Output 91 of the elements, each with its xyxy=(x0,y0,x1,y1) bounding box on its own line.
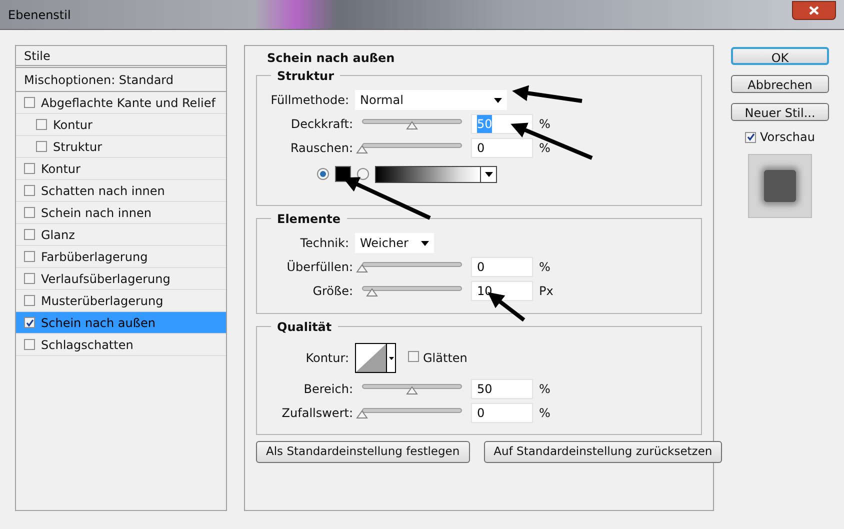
checkbox[interactable] xyxy=(24,251,35,262)
slider-label: Überfüllen: xyxy=(286,259,354,276)
style-item[interactable]: Farbüberlagerung xyxy=(16,246,226,268)
style-item[interactable]: Struktur xyxy=(16,136,226,158)
preview-label: Vorschau xyxy=(760,129,815,146)
unit-label: % xyxy=(539,381,550,398)
caret-icon xyxy=(494,98,502,102)
style-item[interactable]: Schatten nach innen xyxy=(16,180,226,202)
style-item[interactable]: Kontur xyxy=(16,114,226,136)
checkbox[interactable] xyxy=(24,207,35,218)
field-label: Füllmethode: xyxy=(270,92,350,109)
unit-label: % xyxy=(539,405,550,422)
checkbox[interactable] xyxy=(24,317,35,328)
gradient-picker[interactable] xyxy=(375,166,497,182)
slider-label: Bereich: xyxy=(302,381,354,398)
style-label: Schein nach innen xyxy=(41,204,152,222)
dialog-button[interactable]: OK xyxy=(731,47,829,65)
checkbox[interactable] xyxy=(36,119,47,130)
style-label: Musterüberlagerung xyxy=(41,292,164,310)
style-label: Kontur xyxy=(41,160,80,178)
field-label: Kontur: xyxy=(304,350,350,367)
value-field[interactable]: 0 xyxy=(471,257,533,277)
contour-curve-icon xyxy=(356,344,386,372)
style-label: Schlagschatten xyxy=(41,336,134,354)
caret-icon xyxy=(388,356,394,360)
checkmark-icon xyxy=(26,318,34,326)
caret-icon xyxy=(421,240,429,246)
default-button[interactable]: Als Standardeinstellung festlegen xyxy=(256,441,470,463)
style-item[interactable]: Kontur xyxy=(16,158,226,180)
style-item[interactable]: Schlagschatten xyxy=(16,334,226,356)
slider-thumb[interactable] xyxy=(356,264,368,273)
contour-picker[interactable] xyxy=(355,343,396,373)
value-field[interactable]: 0 xyxy=(471,138,533,158)
slider-label: Rauschen: xyxy=(289,140,354,157)
blend-options-item[interactable]: Mischoptionen: Standard xyxy=(16,68,226,92)
slider-thumb[interactable] xyxy=(356,145,368,154)
checkbox[interactable] xyxy=(24,163,35,174)
checkbox-label: Glätten xyxy=(423,350,468,367)
checkbox[interactable] xyxy=(24,295,35,306)
style-label: Schein nach außen xyxy=(41,314,156,332)
dialog-button[interactable]: Abbrechen xyxy=(731,75,829,93)
blend-mode-dropdown[interactable]: Normal xyxy=(355,90,507,110)
style-label: Glanz xyxy=(41,226,75,244)
section-title: Schein nach außen xyxy=(266,50,396,67)
style-label: Struktur xyxy=(53,138,102,156)
default-button[interactable]: Auf Standardeinstellung zurücksetzen xyxy=(484,441,722,463)
checkbox[interactable] xyxy=(745,132,756,142)
slider-label: Größe: xyxy=(312,283,354,300)
style-label: Abgeflachte Kante und Relief xyxy=(41,94,216,112)
checkbox[interactable] xyxy=(24,185,35,196)
radio-button[interactable] xyxy=(357,168,369,180)
style-label: Schatten nach innen xyxy=(41,182,165,200)
slider-thumb[interactable] xyxy=(356,410,368,419)
field-label: Technik: xyxy=(299,235,350,252)
checkbox[interactable] xyxy=(24,339,35,350)
unit-label: % xyxy=(539,259,550,276)
radio-button[interactable] xyxy=(317,168,329,180)
close-button[interactable] xyxy=(792,1,836,20)
slider-thumb[interactable] xyxy=(406,386,418,395)
color-swatch[interactable] xyxy=(335,166,351,182)
slider-label: Deckkraft: xyxy=(290,116,354,133)
style-item[interactable]: Schein nach innen xyxy=(16,202,226,224)
style-label: Kontur xyxy=(53,116,92,134)
unit-label: Px xyxy=(539,283,554,300)
style-item[interactable]: Schein nach außen xyxy=(16,312,226,334)
checkbox[interactable] xyxy=(24,273,35,284)
checkbox[interactable] xyxy=(24,97,35,108)
unit-label: % xyxy=(539,140,550,157)
checkmark-icon xyxy=(746,133,755,141)
caret-icon xyxy=(484,172,492,176)
annotation-arrow xyxy=(512,85,582,103)
value-field[interactable]: 0 xyxy=(471,403,533,423)
style-item[interactable]: Abgeflachte Kante und Relief xyxy=(16,92,226,114)
close-icon xyxy=(809,6,819,15)
preview-thumbnail xyxy=(748,154,812,218)
styles-header: Stile xyxy=(16,46,226,68)
technique-dropdown[interactable]: Weicher xyxy=(355,233,434,253)
style-item[interactable]: Glanz xyxy=(16,224,226,246)
slider-thumb[interactable] xyxy=(406,121,418,130)
style-label: Farbüberlagerung xyxy=(41,248,148,266)
slider-thumb[interactable] xyxy=(366,288,378,297)
slider-label: Zufallswert: xyxy=(280,405,354,422)
checkbox[interactable] xyxy=(36,141,47,152)
window-title: Ebenenstil xyxy=(8,6,71,24)
checkbox[interactable] xyxy=(408,351,419,362)
unit-label: % xyxy=(539,116,550,133)
style-item[interactable]: Verlaufsüberlagerung xyxy=(16,268,226,290)
checkbox[interactable] xyxy=(24,229,35,240)
dialog-button[interactable]: Neuer Stil... xyxy=(731,103,829,121)
style-label: Verlaufsüberlagerung xyxy=(41,270,170,288)
value-field[interactable]: 50 xyxy=(471,379,533,399)
